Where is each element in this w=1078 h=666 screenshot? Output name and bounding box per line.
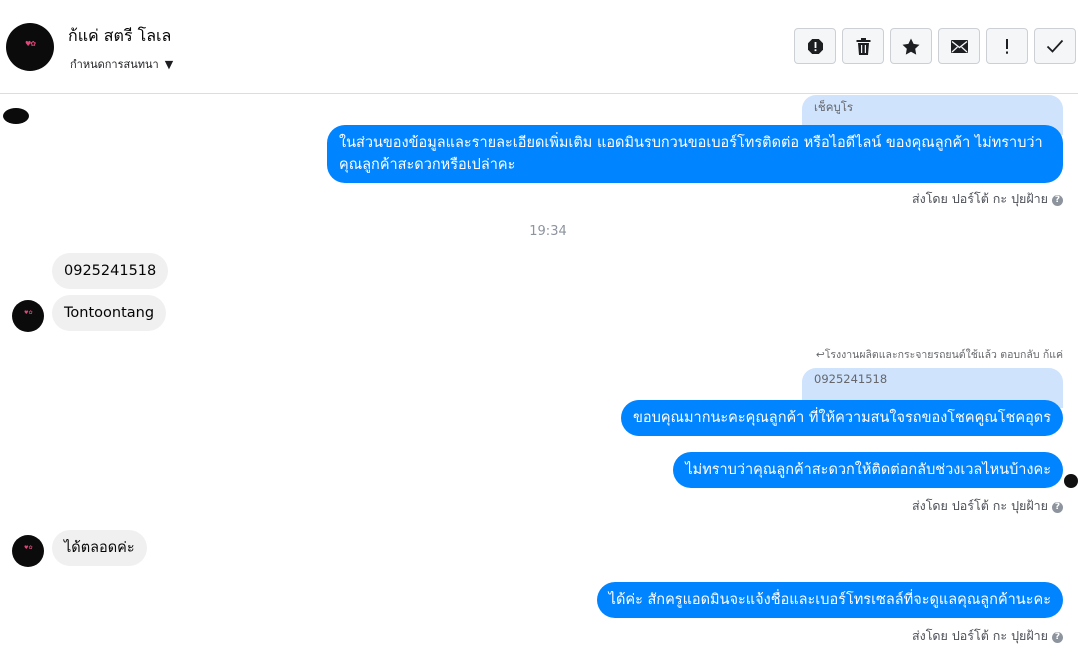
important-button[interactable]	[986, 28, 1028, 64]
read-receipt-avatar	[1064, 474, 1078, 488]
message-outgoing[interactable]: ขอบคุณมากนะคะคุณลูกค้า ที่ให้ความสนใจรถข…	[621, 400, 1063, 436]
delete-button[interactable]	[842, 28, 884, 64]
avatar-heart-icon: ♥✿	[25, 40, 36, 48]
contact-avatar-small[interactable]: ♥✿	[12, 300, 44, 332]
help-icon[interactable]: ?	[1052, 195, 1063, 206]
avatar-heart-icon: ♥✿	[24, 545, 33, 551]
done-button[interactable]	[1034, 28, 1076, 64]
contact-name[interactable]: ก้แค่ สตรี โลเล	[68, 24, 171, 49]
trash-icon	[856, 37, 870, 55]
sent-by-text: ส่งโดย ปอร์โต้ กะ ปุยฝ้าย	[911, 191, 1048, 206]
message-outgoing[interactable]: ไม่ทราบว่าคุณลูกค้าสะดวกให้ติดต่อกลับช่ว…	[673, 452, 1063, 488]
message-outgoing[interactable]: ได้ค่ะ สักครูแอดมินจะแจ้งชื่อและเบอร์โทร…	[596, 582, 1063, 618]
message-text: ได้ค่ะ สักครูแอดมินจะแจ้งชื่อและเบอร์โทร…	[608, 592, 1051, 608]
message-text: ขอบคุณมากนะคะคุณลูกค้า ที่ให้ความสนใจรถข…	[633, 410, 1051, 426]
help-icon[interactable]: ?	[1052, 632, 1063, 643]
alert-circle-icon	[807, 38, 823, 54]
sent-by-text: ส่งโดย ปอร์โต้ กะ ปุยฝ้าย	[911, 498, 1048, 513]
quoted-message-text: 0925241518	[814, 372, 888, 386]
message-text: ไม่ทราบว่าคุณลูกค้าสะดวกให้ติดต่อกลับช่ว…	[685, 462, 1051, 478]
quoted-message-text: เช็คบูโร	[814, 100, 854, 114]
report-spam-button[interactable]	[794, 28, 836, 64]
conversation-header: ♥✿ ก้แค่ สตรี โลเล กำหนดการสนทนา ▼	[0, 0, 1078, 94]
exclamation-icon	[1006, 38, 1008, 54]
message-text: Tontoontang	[64, 305, 155, 321]
contact-avatar[interactable]: ♥✿	[6, 23, 54, 71]
envelope-icon	[950, 39, 968, 53]
sent-by-label: ส่งโดย ปอร์โต้ กะ ปุยฝ้าย?	[912, 626, 1063, 646]
message-incoming[interactable]: 0925241518	[52, 253, 169, 289]
message-incoming[interactable]: ได้ตลอดค่ะ	[52, 530, 147, 566]
reply-context: ↩โรงงานผลิตและกระจายรถยนต์ใช้แล้ว ตอบกลั…	[816, 346, 1063, 363]
message-text: ในส่วนของข้อมูลและรายละเอียดเพิ่มเติม แอ…	[339, 135, 1043, 173]
star-button[interactable]	[890, 28, 932, 64]
message-timestamp: 19:34	[529, 224, 567, 239]
contact-avatar-small[interactable]: ♥✿	[12, 535, 44, 567]
reply-arrow-icon: ↩	[815, 349, 825, 361]
sent-by-text: ส่งโดย ปอร์โต้ กะ ปุยฝ้าย	[911, 628, 1048, 643]
conversation-settings-label: กำหนดการสนทนา	[70, 58, 159, 71]
page-avatar	[3, 108, 29, 124]
conversation-settings-dropdown[interactable]: กำหนดการสนทนา ▼	[70, 55, 173, 73]
toolbar	[794, 28, 1076, 64]
message-outgoing[interactable]: ในส่วนของข้อมูลและรายละเอียดเพิ่มเติม แอ…	[327, 125, 1063, 183]
message-incoming[interactable]: Tontoontang	[52, 295, 167, 331]
sent-by-label: ส่งโดย ปอร์โต้ กะ ปุยฝ้าย?	[912, 189, 1063, 209]
message-text: 0925241518	[64, 263, 157, 279]
caret-down-icon: ▼	[164, 58, 174, 71]
reply-context-text: โรงงานผลิตและกระจายรถยนต์ใช้แล้ว ตอบกลับ…	[824, 349, 1063, 361]
avatar-heart-icon: ♥✿	[24, 310, 33, 316]
sent-by-label: ส่งโดย ปอร์โต้ กะ ปุยฝ้าย?	[912, 496, 1063, 516]
mark-unread-button[interactable]	[938, 28, 980, 64]
help-icon[interactable]: ?	[1052, 502, 1063, 513]
check-icon	[1046, 39, 1064, 53]
message-text: ได้ตลอดค่ะ	[64, 540, 135, 556]
star-icon	[902, 38, 920, 55]
